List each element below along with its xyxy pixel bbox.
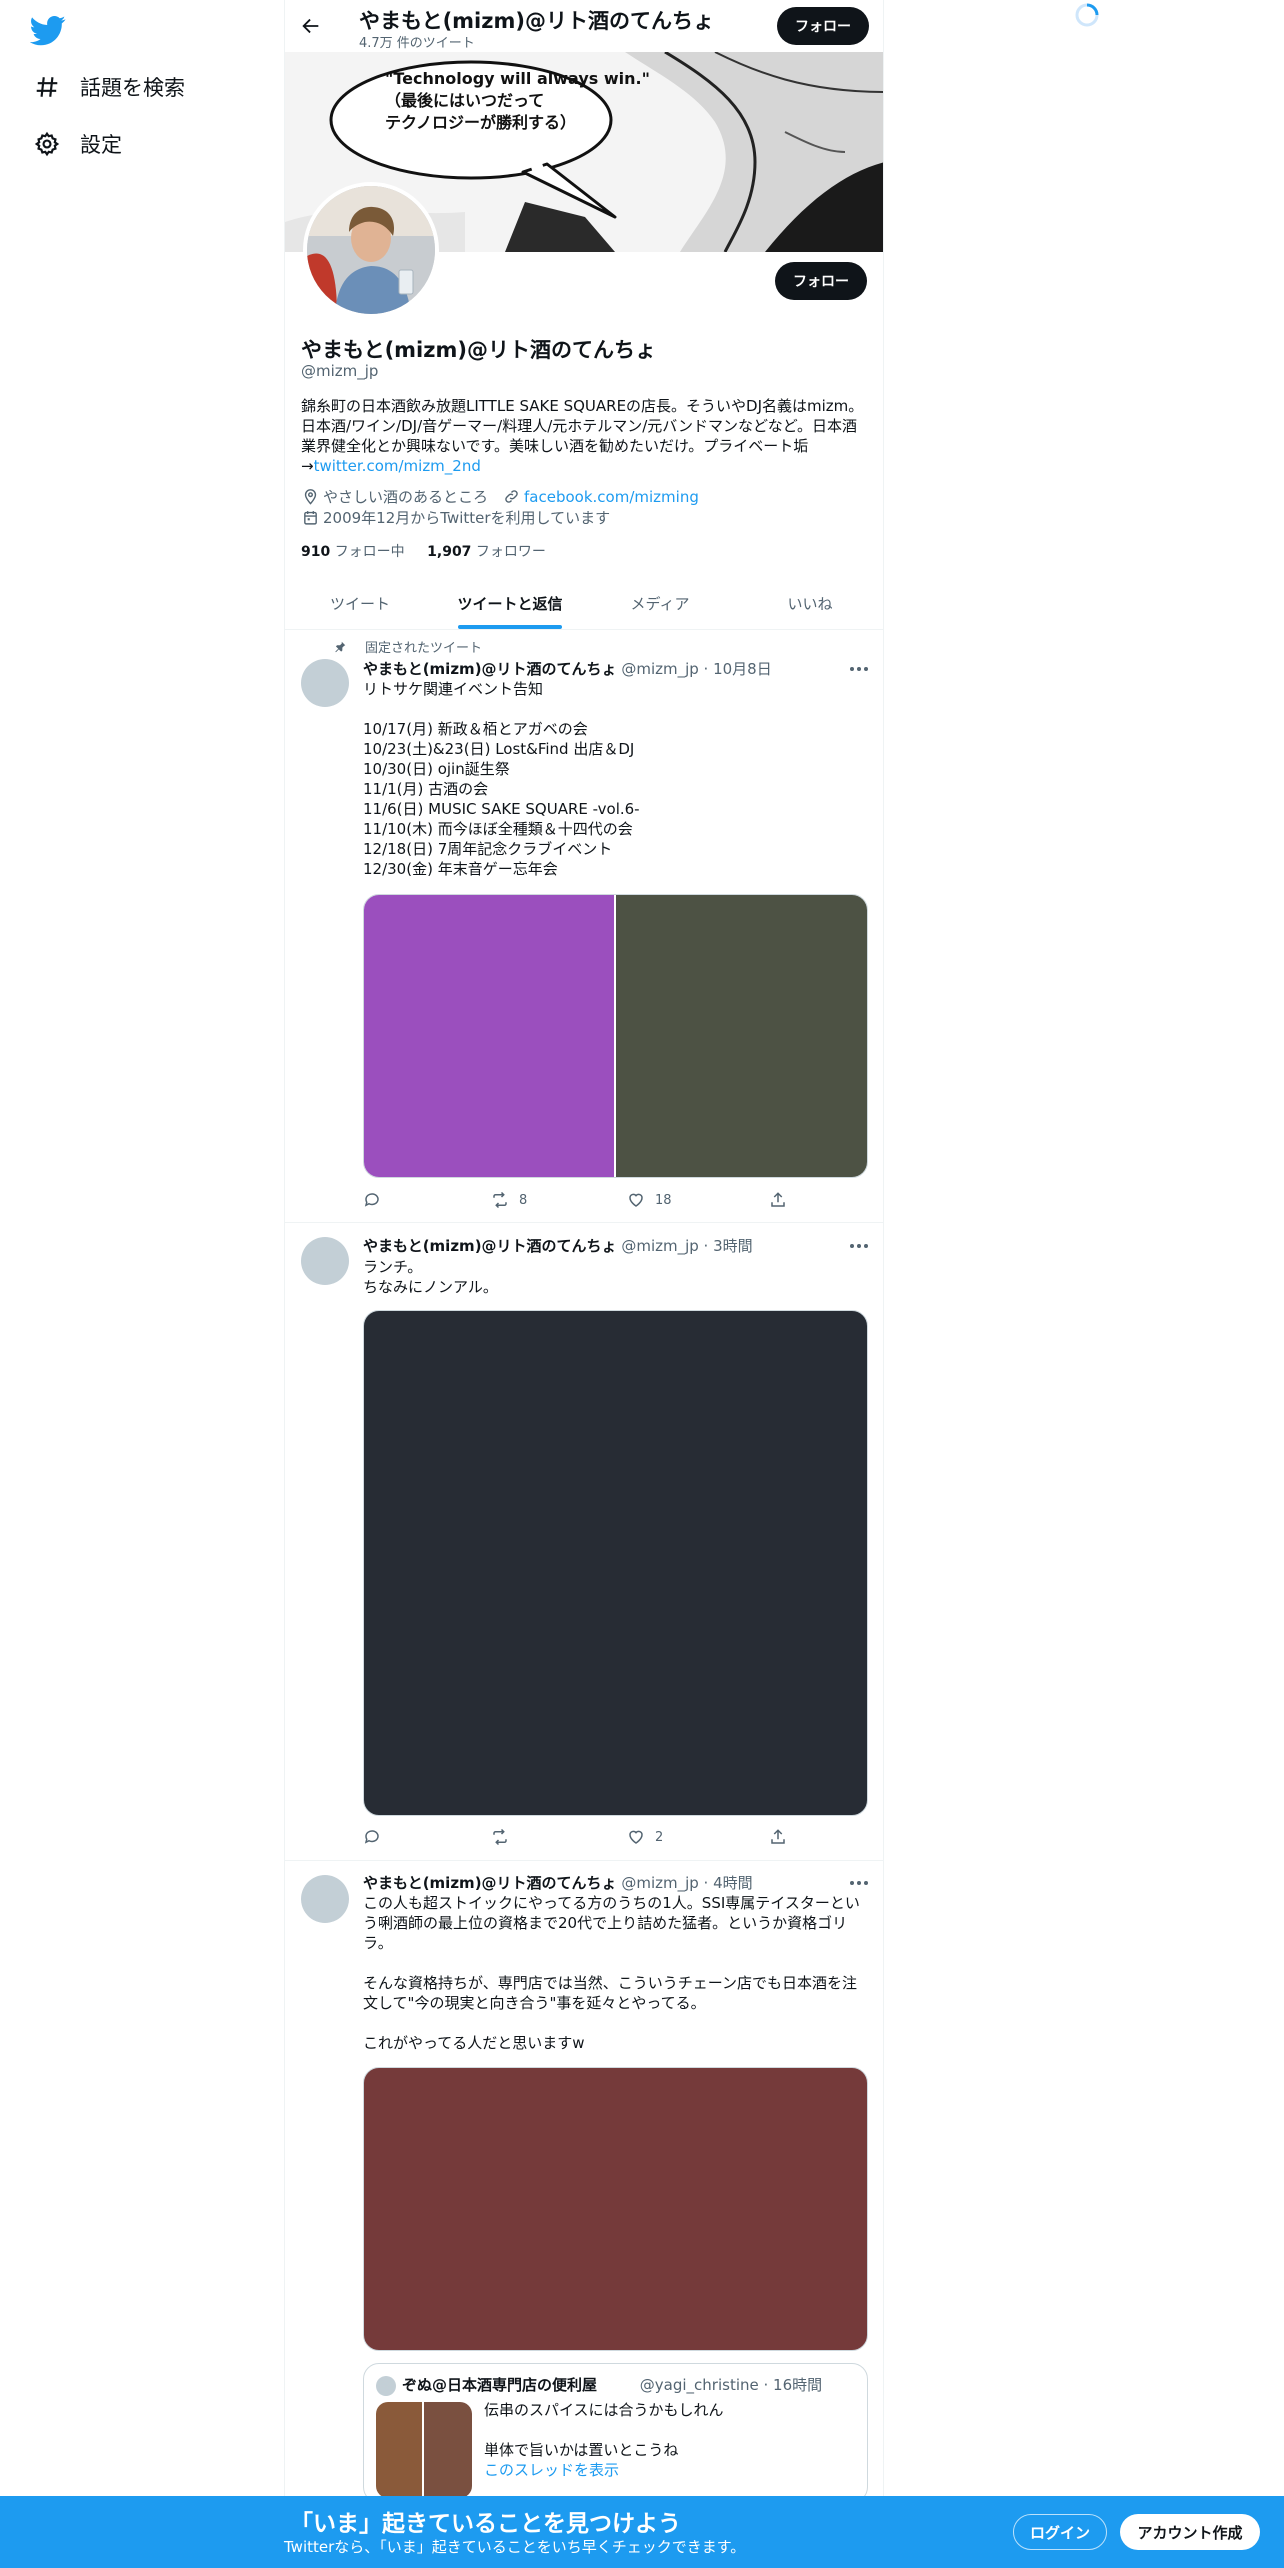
loading-spinner-icon [1074, 2, 1100, 28]
profile-joined: 2009年12月からTwitterを利用しています [323, 509, 611, 527]
reply-icon [364, 1193, 379, 1207]
tweet[interactable]: やまもと(mizm)@リト酒のてんちょ @mizm_jp · 4時間 この人も超… [285, 1861, 883, 2568]
profile-location: やさしい酒のあるところ [323, 488, 489, 506]
share-button[interactable] [769, 1191, 787, 1209]
profile-stats: 910 フォロー中 1,907 フォロワー [301, 541, 546, 561]
banner-quote: "Technology will always win." （最後にはいつだって… [385, 69, 650, 132]
profile-name: やまもと(mizm)@リト酒のてんちょ [301, 338, 656, 362]
tweet-media[interactable] [363, 894, 868, 1178]
header-follow-button[interactable]: フォロー [777, 7, 869, 45]
tweet-actions: 2 [363, 1828, 785, 1848]
location-pin-icon [301, 488, 319, 506]
bio-link[interactable]: twitter.com/mizm_2nd [314, 457, 481, 475]
tweet-header: やまもと(mizm)@リト酒のてんちょ @mizm_jp · 10月8日 [363, 658, 772, 679]
arrow-left-icon [302, 18, 319, 34]
profile-bio: 錦糸町の日本酒飲み放題LITTLE SAKE SQUAREの店長。そういやDJ名… [301, 397, 864, 475]
profile-tabs: ツイート ツイートと返信 メディア いいね [285, 578, 883, 630]
tweet-author-name[interactable]: やまもと(mizm)@リト酒のてんちょ [363, 660, 617, 678]
twitter-bird-icon[interactable] [29, 12, 66, 48]
tweet-avatar[interactable] [301, 1875, 349, 1923]
retweet-button[interactable]: 8 [491, 1191, 527, 1209]
tweet-handle-time[interactable]: @mizm_jp · 10月8日 [621, 660, 771, 678]
tweet-avatar[interactable] [301, 1237, 349, 1285]
more-options-icon[interactable] [847, 1236, 871, 1256]
tweet-count: 4.7万 件のツイート [359, 36, 475, 51]
like-count: 2 [655, 1829, 664, 1845]
tweet-text: リトサケ関連イベント告知 10/17(月) 新政＆栢とアガベの会 10/23(土… [363, 680, 640, 878]
profile-handle: @mizm_jp [301, 362, 379, 380]
tweet-media[interactable] [363, 1310, 868, 1816]
quote-header: ぞぬ@日本酒専門店の便利屋 @yagi_christine · 16時間 [402, 2376, 823, 2394]
header-title: やまもと(mizm)@リト酒のてんちょ [359, 9, 714, 33]
tweet-avatar[interactable] [301, 659, 349, 707]
profile-meta: やさしい酒のあるところ facebook.com/mizming [301, 486, 699, 507]
profile-timeline: やまもと(mizm)@リト酒のてんちょ 4.7万 件のツイート フォロー "Te… [284, 0, 884, 2568]
profile-avatar[interactable] [303, 182, 439, 318]
tweet[interactable]: やまもと(mizm)@リト酒のてんちょ @mizm_jp · 10月8日 リトサ… [285, 631, 883, 1223]
nav-settings[interactable]: 設定 [32, 124, 122, 164]
nav-explore-label: 話題を検索 [80, 76, 185, 100]
login-prompt-bar: 「いま」起きていることを見つけよう Twitterなら、「いま」起きていることを… [0, 2496, 1284, 2568]
left-nav: 話題を検索 設定 [0, 0, 284, 2568]
back-button[interactable] [295, 10, 327, 42]
retweet-icon [493, 1191, 507, 1209]
tab-media[interactable]: メディア [585, 578, 735, 629]
tweet[interactable]: やまもと(mizm)@リト酒のてんちょ @mizm_jp · 3時間 ランチ。 … [285, 1223, 883, 1861]
tweet-header: やまもと(mizm)@リト酒のてんちょ @mizm_jp · 4時間 [363, 1872, 753, 1893]
hashtag-icon [32, 72, 62, 102]
tweet-header: やまもと(mizm)@リト酒のてんちょ @mizm_jp · 3時間 [363, 1235, 753, 1256]
calendar-icon [301, 509, 319, 527]
share-icon [771, 1192, 785, 1207]
heart-icon [629, 1193, 643, 1207]
signup-button[interactable]: アカウント作成 [1120, 2514, 1260, 2550]
more-options-icon[interactable] [847, 659, 871, 679]
tweet-author-name[interactable]: やまもと(mizm)@リト酒のてんちょ [363, 1237, 617, 1255]
reply-button[interactable] [363, 1191, 381, 1209]
retweet-button[interactable] [491, 1828, 519, 1846]
tab-tweets-and-replies[interactable]: ツイートと返信 [435, 578, 585, 629]
media-image[interactable] [364, 895, 616, 1177]
link-icon [502, 488, 520, 506]
tab-tweets[interactable]: ツイート [285, 578, 435, 629]
quote-thumbnail [376, 2402, 472, 2498]
tweet-handle-time[interactable]: @mizm_jp · 4時間 [621, 1874, 752, 1892]
retweet-icon [493, 1828, 507, 1846]
bottom-bar-title: 「いま」起きていることを見つけよう [290, 2511, 681, 2537]
retweet-count: 8 [519, 1192, 528, 1208]
tweet-handle-time[interactable]: @mizm_jp · 3時間 [621, 1237, 752, 1255]
tab-likes[interactable]: いいね [735, 578, 883, 629]
more-options-icon[interactable] [847, 1873, 871, 1893]
gear-icon [32, 129, 62, 159]
heart-icon [629, 1830, 643, 1844]
following-link[interactable]: 910 フォロー中 [301, 544, 405, 560]
share-button[interactable] [769, 1828, 787, 1846]
media-image[interactable] [616, 895, 867, 1177]
tweet-author-name[interactable]: やまもと(mizm)@リト酒のてんちょ [363, 1874, 617, 1892]
like-button[interactable]: 2 [627, 1828, 663, 1846]
nav-explore[interactable]: 話題を検索 [32, 67, 185, 107]
quoted-tweet[interactable]: ぞぬ@日本酒専門店の便利屋 @yagi_christine · 16時間 伝串の… [363, 2363, 868, 2503]
reply-icon [364, 1830, 379, 1844]
profile-website[interactable]: facebook.com/mizming [524, 488, 699, 506]
tweet-text: ランチ。 ちなみにノンアル。 [363, 1258, 498, 1296]
like-count: 18 [655, 1192, 672, 1208]
share-icon [771, 1829, 785, 1844]
login-button[interactable]: ログイン [1013, 2514, 1107, 2550]
reply-button[interactable] [363, 1828, 381, 1846]
bottom-bar-subtitle: Twitterなら、「いま」起きていることをいち早くチェックできます。 [284, 2538, 746, 2556]
profile-joined-row: 2009年12月からTwitterを利用しています [301, 507, 610, 528]
quote-text: 伝串のスパイスには合うかもしれん 単体で旨いかは置いとこうね このスレッドを表示 [484, 2401, 724, 2480]
tweet-media[interactable] [363, 2067, 868, 2351]
like-button[interactable]: 18 [627, 1191, 672, 1209]
profile-header-bar: やまもと(mizm)@リト酒のてんちょ 4.7万 件のツイート フォロー [285, 0, 883, 52]
nav-settings-label: 設定 [80, 133, 122, 157]
quote-avatar [376, 2376, 396, 2396]
tweet-text: この人も超ストイックにやってる方のうちの1人。SSI専属テイスターとい う唎酒師… [363, 1894, 860, 2052]
profile-follow-button[interactable]: フォロー [775, 262, 867, 300]
followers-link[interactable]: 1,907 フォロワー [427, 544, 546, 560]
tweet-actions: 8 18 [363, 1191, 785, 1211]
show-thread-link[interactable]: このスレッドを表示 [484, 2460, 724, 2480]
